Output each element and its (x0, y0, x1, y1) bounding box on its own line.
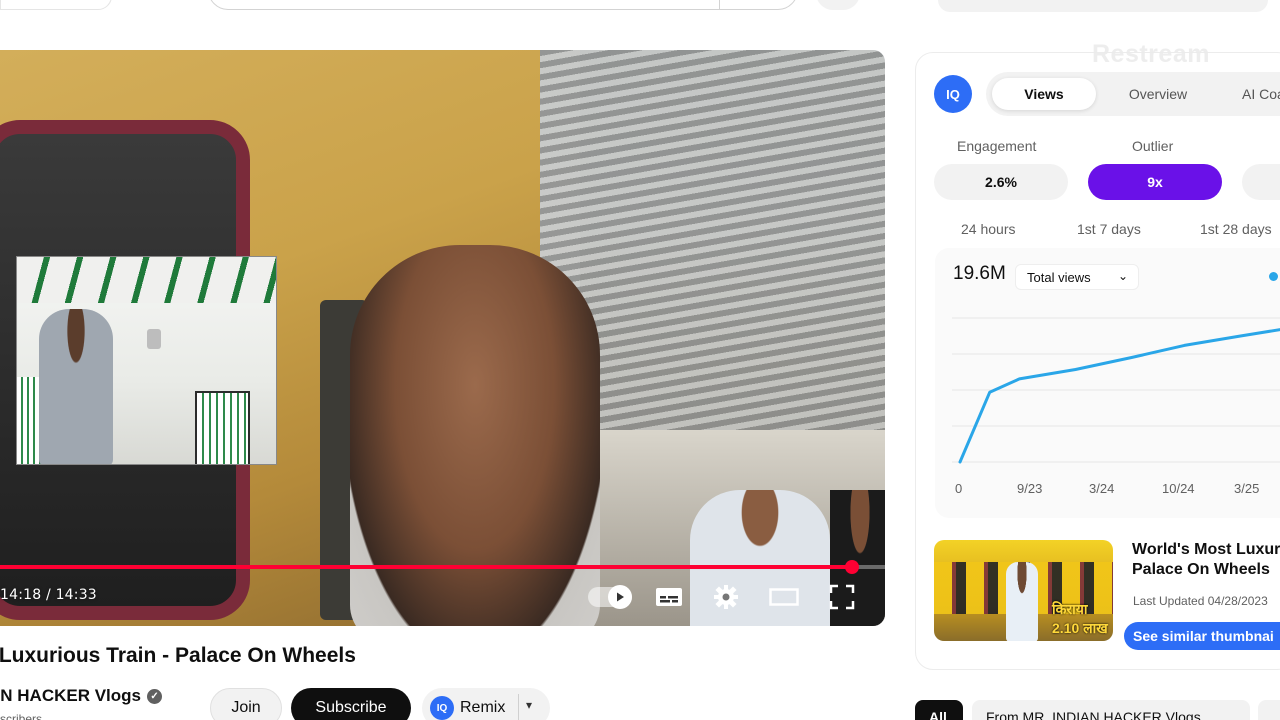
autoplay-toggle[interactable] (588, 585, 632, 609)
pip-lamp (147, 329, 161, 349)
outlier-value: 9x (1088, 164, 1222, 200)
theater-mode-button[interactable] (766, 582, 802, 612)
pip-ceiling (17, 257, 276, 303)
x-tick-label: 9/23 (1017, 481, 1043, 496)
video-player[interactable]: 14:18 / 14:33 (0, 50, 885, 626)
x-tick-label: 10/24 (1162, 481, 1195, 496)
see-similar-thumbnails-button[interactable]: See similar thumbnai (1124, 622, 1280, 650)
join-button[interactable]: Join (210, 688, 282, 720)
extension-toolbar (938, 0, 1268, 12)
engagement-label: Engagement (957, 138, 1037, 154)
series-legend-dot (1269, 272, 1278, 281)
tab-overview[interactable]: Overview (1108, 78, 1208, 110)
youtube-watch-page: 14:18 / 14:33 t Luxurious Train - Palace… (0, 0, 1280, 720)
vidiq-logo-icon[interactable]: IQ (934, 75, 972, 113)
search-divider (719, 0, 720, 9)
related-title-line2: Palace On Wheels (1132, 561, 1270, 578)
voice-search-button[interactable] (816, 0, 860, 10)
chevron-down-icon[interactable]: ▾ (526, 698, 532, 712)
play-icon (617, 592, 624, 602)
channel-name[interactable]: AN HACKER Vlogs ✓ (0, 686, 163, 706)
range-24-hours[interactable]: 24 hours (961, 221, 1015, 237)
range-first-28-days[interactable]: 1st 28 days (1200, 221, 1272, 237)
thumb-text: किराया 2.10 लाख (1052, 601, 1108, 636)
related-video-thumbnail[interactable]: किराया 2.10 लाख (934, 540, 1113, 641)
pip-person (39, 309, 113, 464)
pip-door (17, 377, 41, 464)
engagement-value: 2.6% (934, 164, 1068, 200)
range-first-7-days[interactable]: 1st 7 days (1077, 221, 1141, 237)
progress-fill (0, 565, 853, 569)
remix-label: Remix (460, 699, 506, 716)
webcam-overlay (16, 256, 277, 465)
chevron-down-icon: ⌄ (1117, 269, 1128, 283)
restream-watermark: Restream (1092, 40, 1210, 68)
remix-button[interactable]: IQ Remix ▾ (422, 688, 550, 720)
outlier-label: Outlier (1132, 138, 1174, 154)
x-tick-label: 3/24 (1089, 481, 1115, 496)
captions-button[interactable] (651, 582, 687, 612)
thumb-person (1006, 562, 1038, 641)
progress-bar[interactable] (0, 560, 885, 574)
theater-icon (769, 588, 799, 606)
video-title: t Luxurious Train - Palace On Wheels (0, 644, 356, 667)
tab-ai-coach[interactable]: AI Coa (1222, 78, 1280, 110)
vidiq-icon: IQ (430, 696, 454, 720)
chip-more[interactable] (1258, 700, 1280, 720)
menu-area[interactable] (0, 0, 112, 10)
search-input[interactable] (208, 0, 798, 10)
x-tick-label: 3/25 (1234, 481, 1260, 496)
remix-divider (518, 694, 519, 720)
related-last-updated: Last Updated 04/28/2023 (1133, 594, 1268, 608)
subscriber-count: scribers (0, 712, 43, 720)
settings-button[interactable] (708, 582, 744, 612)
gear-icon (714, 585, 738, 609)
related-title-line1: World's Most Luxur (1132, 541, 1280, 558)
chip-from-channel[interactable]: From MR. INDIAN HACKER Vlogs (972, 700, 1250, 720)
captions-icon (656, 588, 682, 606)
related-video-title[interactable]: World's Most Luxur Palace On Wheels (1132, 540, 1280, 580)
views-select-label: Total views (1027, 269, 1091, 285)
fullscreen-icon (829, 584, 855, 610)
autoplay-knob (608, 585, 632, 609)
views-metric-select[interactable]: Total views ⌄ (1015, 264, 1139, 290)
tab-views[interactable]: Views (992, 78, 1096, 110)
total-views-value: 19.6M (953, 263, 1006, 284)
panel-tabs: Views Overview AI Coa (986, 72, 1280, 116)
x-tick-label: 0 (955, 481, 963, 496)
chip-all[interactable]: All (915, 700, 963, 720)
time-display: 14:18 / 14:33 (0, 587, 97, 603)
pip-cabinet (195, 391, 250, 464)
channel-name-text: AN HACKER Vlogs (0, 686, 142, 705)
subscribe-button[interactable]: Subscribe (291, 688, 411, 720)
fullscreen-button[interactable] (824, 582, 860, 612)
verified-icon: ✓ (147, 688, 163, 704)
metric-box-partial (1242, 164, 1280, 200)
